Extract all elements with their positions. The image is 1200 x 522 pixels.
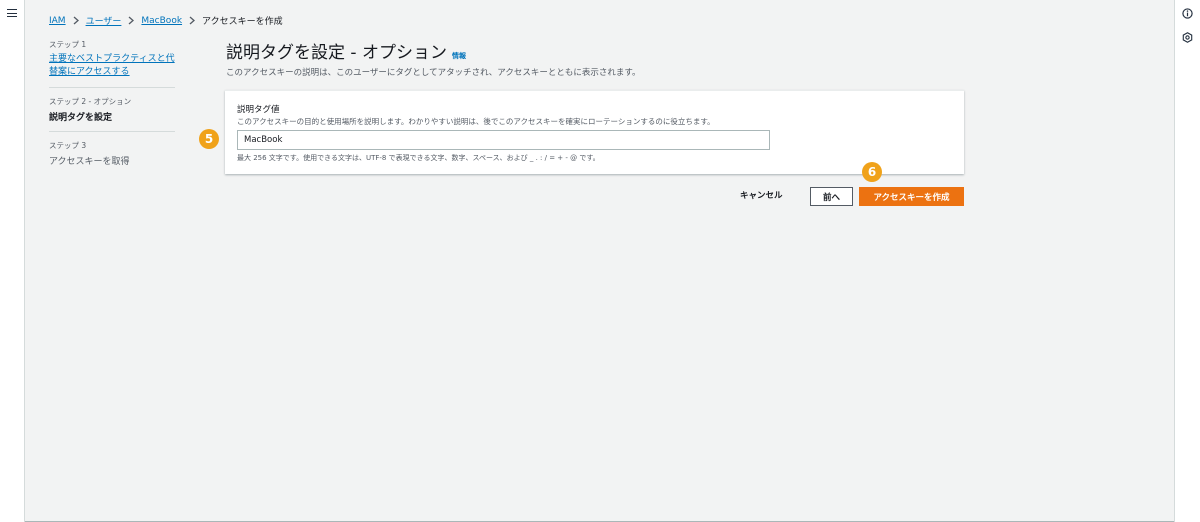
description-tag-input[interactable] bbox=[237, 130, 770, 150]
step-title: アクセスキーを取得 bbox=[49, 157, 130, 168]
create-access-key-button[interactable]: アクセスキーを作成 bbox=[859, 187, 964, 206]
info-circle-icon[interactable] bbox=[1182, 8, 1193, 19]
hexagon-gear-icon[interactable] bbox=[1182, 32, 1193, 43]
breadcrumb-users[interactable]: ユーザー bbox=[86, 14, 122, 27]
step-badge-6: 6 bbox=[862, 162, 882, 182]
right-tools-rail bbox=[1174, 0, 1200, 522]
back-button[interactable]: 前へ bbox=[810, 187, 853, 206]
hamburger-menu-icon[interactable] bbox=[7, 9, 17, 17]
breadcrumb: IAM ユーザー MacBook アクセスキーを作成 bbox=[49, 14, 283, 28]
description-tag-card: 説明タグ値 このアクセスキーの目的と使用場所を説明します。わかりやすい説明は、後… bbox=[225, 90, 964, 174]
wizard-step-2: ステップ 2 - オプション 説明タグを設定 bbox=[49, 87, 175, 131]
step-title-line-2[interactable]: 替案にアクセスする bbox=[49, 66, 175, 79]
field-description: このアクセスキーの目的と使用場所を説明します。わかりやすい説明は、後でこのアクセ… bbox=[237, 117, 715, 126]
field-label: 説明タグ値 bbox=[237, 105, 280, 115]
page-title: 説明タグを設定 - オプション bbox=[226, 43, 447, 63]
field-constraint: 最大 256 文字です。使用できる文字は、UTF-8 で表現できる文字、数字、ス… bbox=[237, 154, 600, 162]
step-badge-5: 5 bbox=[199, 129, 219, 149]
breadcrumb-iam[interactable]: IAM bbox=[49, 16, 66, 26]
step-label: ステップ 3 bbox=[49, 141, 87, 151]
breadcrumb-macbook[interactable]: MacBook bbox=[141, 16, 182, 26]
left-navigation-rail bbox=[0, 0, 25, 522]
wizard-step-1: ステップ 1 主要なベストプラクティスと代 替案にアクセスする bbox=[49, 39, 175, 87]
chevron-right-icon bbox=[128, 16, 135, 25]
page-description: このアクセスキーの説明は、このユーザーにタグとしてアタッチされ、アクセスキーとと… bbox=[226, 68, 641, 78]
page-header: 説明タグを設定 - オプション 情報 bbox=[226, 38, 466, 63]
step-1-link[interactable]: 主要なベストプラクティスと代 替案にアクセスする bbox=[49, 53, 175, 79]
step-label: ステップ 1 bbox=[49, 40, 87, 49]
wizard-steps: ステップ 1 主要なベストプラクティスと代 替案にアクセスする ステップ 2 -… bbox=[49, 39, 175, 175]
step-label: ステップ 2 - オプション bbox=[49, 97, 132, 107]
step-title-line-1[interactable]: 主要なベストプラクティスと代 bbox=[49, 53, 175, 66]
breadcrumb-current: アクセスキーを作成 bbox=[202, 17, 283, 27]
step-title-active: 説明タグを設定 bbox=[49, 113, 113, 124]
cancel-button[interactable]: キャンセル bbox=[740, 189, 783, 201]
chevron-right-icon bbox=[189, 16, 196, 25]
info-link[interactable]: 情報 bbox=[452, 51, 466, 61]
wizard-step-3: ステップ 3 アクセスキーを取得 bbox=[49, 131, 175, 175]
chevron-right-icon bbox=[73, 16, 79, 25]
